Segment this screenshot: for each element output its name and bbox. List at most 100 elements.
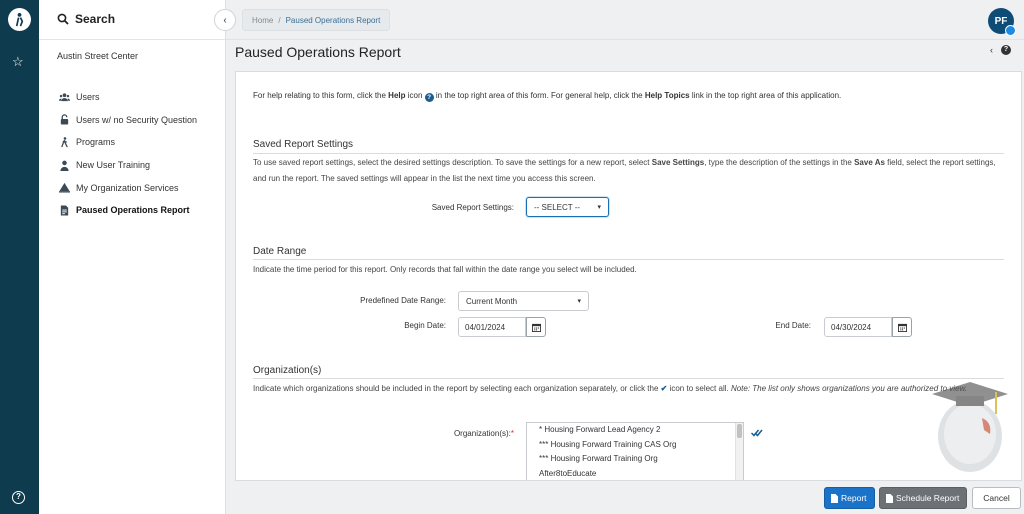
report-form: For help relating to this form, click th… bbox=[235, 71, 1022, 481]
breadcrumb-current: Paused Operations Report bbox=[285, 15, 381, 25]
collapse-chevron-icon[interactable]: ‹ bbox=[990, 45, 993, 55]
report-icon bbox=[60, 205, 68, 216]
help-text: For help relating to this form, click th… bbox=[253, 91, 389, 100]
sidebar-divider bbox=[39, 39, 225, 40]
help-inline-icon: ? bbox=[424, 93, 434, 102]
desc-text: To use saved report settings, select the… bbox=[253, 158, 652, 167]
help-text: icon bbox=[405, 91, 425, 100]
section-divider bbox=[253, 259, 1004, 260]
user-avatar[interactable]: PF bbox=[988, 8, 1016, 36]
saved-settings-select[interactable]: -- SELECT -- ▾ bbox=[526, 197, 609, 217]
sidebar-item-label: Users w/ no Security Question bbox=[76, 114, 198, 125]
section-divider bbox=[253, 153, 1004, 154]
predefined-range-label: Predefined Date Range: bbox=[360, 296, 446, 305]
list-item[interactable]: After8toEducate bbox=[527, 467, 743, 481]
sidebar-item-label: My Organization Services bbox=[76, 182, 179, 193]
chevron-down-icon: ▾ bbox=[597, 204, 601, 211]
desc-keyword: Save As bbox=[854, 158, 885, 167]
lock-icon bbox=[60, 114, 68, 125]
select-all-double-check-icon[interactable] bbox=[751, 428, 763, 438]
begin-date-calendar-button[interactable] bbox=[526, 317, 546, 337]
organizations-label: Organization(s):* bbox=[454, 429, 514, 438]
avatar-badge-icon bbox=[1005, 25, 1016, 36]
sidebar-search[interactable]: Search bbox=[57, 12, 115, 26]
header-divider bbox=[226, 39, 1024, 40]
sidebar-item-new-user-training[interactable]: New User Training bbox=[57, 154, 197, 177]
section-title-organizations: Organization(s) bbox=[253, 365, 322, 376]
collapse-sidebar-button[interactable]: ‹ bbox=[214, 9, 236, 31]
help-instructions: For help relating to this form, click th… bbox=[253, 91, 841, 102]
date-range-description: Indicate the time period for this report… bbox=[253, 265, 637, 274]
person-walking-icon bbox=[60, 137, 68, 148]
search-label: Search bbox=[75, 12, 116, 26]
schedule-report-button-label: Schedule Report bbox=[896, 493, 960, 503]
help-circle-icon[interactable]: ? bbox=[12, 491, 25, 504]
organization-name: Austin Street Center bbox=[57, 51, 139, 61]
cancel-button-label: Cancel bbox=[983, 493, 1010, 503]
logo-icon bbox=[15, 12, 24, 27]
organizations-label-text: Organization(s): bbox=[453, 429, 511, 438]
help-text: link in the top right area of this appli… bbox=[689, 91, 842, 100]
saved-settings-label: Saved Report Settings: bbox=[431, 203, 514, 212]
document-icon bbox=[831, 493, 838, 503]
breadcrumb-separator: / bbox=[278, 15, 281, 25]
app-logo[interactable] bbox=[8, 8, 31, 31]
section-title-saved-settings: Saved Report Settings bbox=[253, 139, 354, 150]
schedule-report-button[interactable]: Schedule Report bbox=[879, 487, 967, 509]
desc-text: icon to select all. bbox=[667, 384, 731, 393]
sidebar-item-label: Programs bbox=[76, 137, 116, 148]
title-actions: ‹ ? bbox=[990, 45, 1011, 55]
required-indicator: * bbox=[510, 429, 514, 438]
breadcrumb-home[interactable]: Home bbox=[252, 16, 273, 25]
cancel-button[interactable]: Cancel bbox=[972, 487, 1021, 509]
help-keyword: Help bbox=[388, 91, 406, 100]
predefined-range-select[interactable]: Current Month ▾ bbox=[458, 291, 589, 311]
begin-date-label: Begin Date: bbox=[404, 321, 446, 330]
organizations-description: Indicate which organizations should be i… bbox=[253, 381, 971, 397]
sidebar-item-label: Paused Operations Report bbox=[76, 205, 190, 216]
end-date-input[interactable]: 04/30/2024 bbox=[824, 317, 892, 337]
predefined-range-value: Current Month bbox=[466, 296, 518, 306]
list-item[interactable]: * Housing Forward Lead Agency 2 bbox=[527, 423, 743, 438]
app-rail: ☆ ? bbox=[0, 0, 39, 514]
users-icon bbox=[58, 93, 70, 101]
chevron-left-icon: ‹ bbox=[223, 14, 227, 26]
list-item[interactable]: *** Housing Forward Training CAS Org bbox=[527, 438, 743, 453]
graduate-mouse-mascot-icon bbox=[932, 382, 1008, 472]
report-button-label: Report bbox=[841, 493, 867, 503]
calendar-icon bbox=[897, 323, 907, 332]
desc-text: , type the description of the settings i… bbox=[704, 158, 855, 167]
person-icon bbox=[59, 160, 69, 171]
begin-date-input[interactable]: 04/01/2024 bbox=[458, 317, 526, 337]
end-date-label: End Date: bbox=[775, 321, 811, 330]
search-icon bbox=[57, 13, 69, 25]
sidebar: Search Austin Street Center Users Users … bbox=[39, 0, 226, 514]
sidebar-item-label: Users bbox=[76, 92, 100, 103]
sidebar-item-users-no-security-question[interactable]: Users w/ no Security Question bbox=[57, 109, 197, 132]
section-divider bbox=[253, 378, 1004, 379]
scrollbar-thumb[interactable] bbox=[737, 424, 742, 438]
report-button[interactable]: Report bbox=[824, 487, 875, 509]
sidebar-item-users[interactable]: Users bbox=[57, 86, 197, 109]
sidebar-item-label: New User Training bbox=[76, 160, 151, 171]
sidebar-nav: Users Users w/ no Security Question Prog… bbox=[57, 86, 197, 222]
desc-keyword: Save Settings bbox=[651, 158, 705, 167]
organizations-listbox[interactable]: * Housing Forward Lead Agency 2 *** Hous… bbox=[526, 422, 744, 481]
saved-settings-value: -- SELECT -- bbox=[534, 202, 581, 212]
section-title-date-range: Date Range bbox=[253, 246, 307, 257]
help-topics-keyword: Help Topics bbox=[644, 91, 690, 100]
tent-icon bbox=[58, 183, 70, 193]
form-help-icon[interactable]: ? bbox=[1001, 45, 1011, 55]
page-title: Paused Operations Report bbox=[235, 44, 401, 60]
listbox-scrollbar[interactable] bbox=[735, 423, 743, 480]
favorites-star-icon[interactable]: ☆ bbox=[12, 55, 24, 69]
breadcrumb: Home / Paused Operations Report bbox=[242, 9, 391, 31]
saved-settings-description: To use saved report settings, select the… bbox=[253, 155, 1004, 187]
sidebar-item-paused-operations-report[interactable]: Paused Operations Report bbox=[57, 199, 197, 222]
calendar-icon bbox=[531, 323, 541, 332]
document-icon bbox=[886, 493, 893, 503]
sidebar-item-my-organization-services[interactable]: My Organization Services bbox=[57, 176, 197, 199]
end-date-calendar-button[interactable] bbox=[892, 317, 912, 337]
sidebar-item-programs[interactable]: Programs bbox=[57, 131, 197, 154]
list-item[interactable]: *** Housing Forward Training Org bbox=[527, 452, 743, 467]
